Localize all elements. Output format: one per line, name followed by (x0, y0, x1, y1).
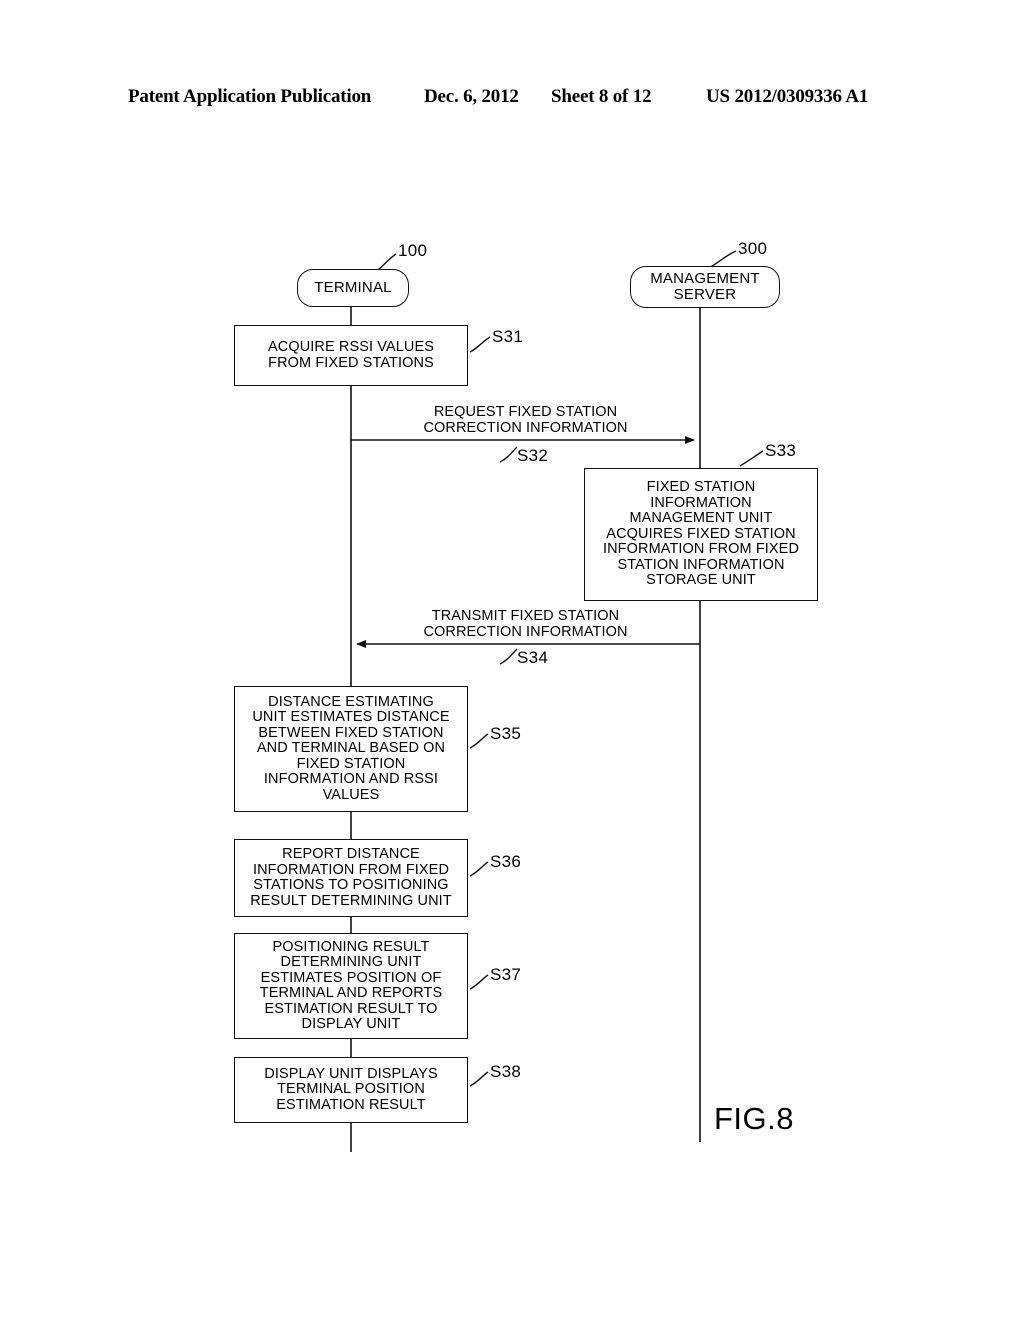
message-label-s34: TRANSMIT FIXED STATION CORRECTION INFORM… (423, 608, 628, 640)
step-tag-s34: S34 (517, 648, 549, 667)
step-tag-s36: S36 (490, 852, 522, 871)
lane-node-terminal[interactable]: TERMINAL (297, 269, 409, 307)
lane-node-management-server-label: MANAGEMENT SERVER (650, 270, 760, 303)
reference-numeral-300: 300 (738, 239, 768, 258)
step-tag-s37: S37 (490, 965, 522, 984)
reference-numeral-100: 100 (398, 241, 428, 260)
process-box-s31[interactable]: ACQUIRE RSSI VALUES FROM FIXED STATIONS (234, 325, 468, 386)
diagram-vector-layer (350, 250, 764, 1152)
process-box-s38[interactable]: DISPLAY UNIT DISPLAYS TERMINAL POSITION … (234, 1057, 468, 1123)
process-box-s33[interactable]: FIXED STATION INFORMATION MANAGEMENT UNI… (584, 468, 818, 601)
process-box-s33-text: FIXED STATION INFORMATION MANAGEMENT UNI… (602, 479, 800, 589)
process-box-s38-text: DISPLAY UNIT DISPLAYS TERMINAL POSITION … (264, 1065, 438, 1113)
process-box-s36[interactable]: REPORT DISTANCE INFORMATION FROM FIXED S… (234, 839, 468, 917)
step-tag-s38: S38 (490, 1062, 522, 1081)
message-label-s32: REQUEST FIXED STATION CORRECTION INFORMA… (423, 404, 628, 436)
process-box-s35[interactable]: DISTANCE ESTIMATING UNIT ESTIMATES DISTA… (234, 686, 468, 812)
step-tag-s33: S33 (765, 441, 797, 460)
process-box-s37[interactable]: POSITIONING RESULT DETERMINING UNIT ESTI… (234, 933, 468, 1039)
step-tag-s31: S31 (492, 327, 524, 346)
sequence-diagram-figure: TERMINAL MANAGEMENT SERVER ACQUIRE RSSI … (0, 0, 1024, 1320)
step-tag-s35: S35 (490, 724, 522, 743)
process-box-s36-text: REPORT DISTANCE INFORMATION FROM FIXED S… (250, 846, 452, 909)
process-box-s37-text: POSITIONING RESULT DETERMINING UNIT ESTI… (259, 938, 443, 1032)
lane-node-terminal-label: TERMINAL (314, 279, 392, 296)
process-box-s35-text: DISTANCE ESTIMATING UNIT ESTIMATES DISTA… (252, 693, 450, 803)
step-tag-s32: S32 (517, 446, 549, 465)
process-box-s31-text: ACQUIRE RSSI VALUES FROM FIXED STATIONS (267, 339, 434, 371)
figure-caption: FIG.8 (714, 1101, 795, 1136)
lane-node-management-server[interactable]: MANAGEMENT SERVER (630, 266, 780, 308)
